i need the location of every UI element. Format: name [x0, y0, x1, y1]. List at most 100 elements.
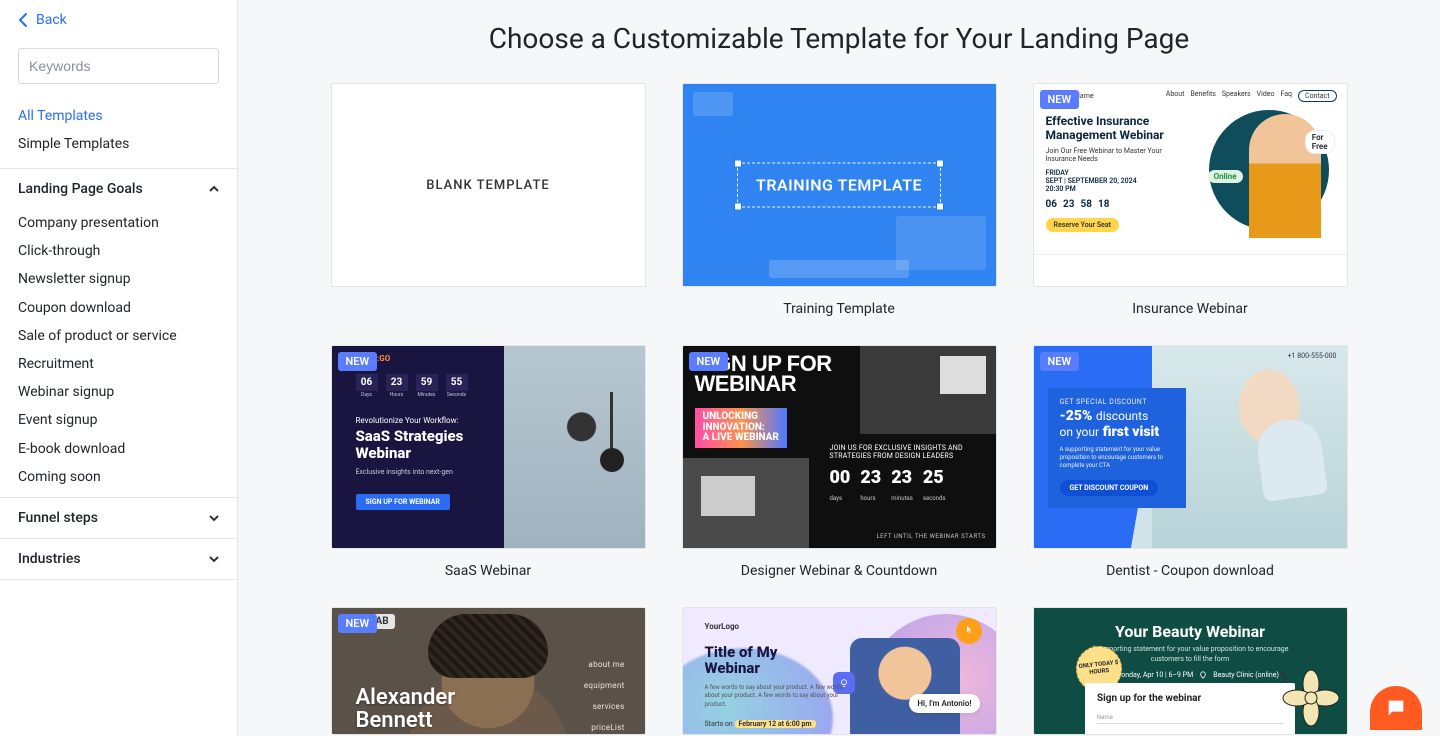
- deco-mic: [610, 392, 613, 462]
- nav-cta: Contact: [1298, 90, 1336, 102]
- preview-sub: A few words to say about your product. A…: [705, 684, 845, 709]
- back-button[interactable]: Back: [0, 0, 237, 34]
- preview-sub: Join Our Free Webinar to Master Your Ins…: [1046, 147, 1186, 163]
- new-badge: NEW: [1040, 352, 1080, 371]
- preview-mid: UNLOCKING INNOVATION: A LIVE WEBINAR: [695, 408, 787, 448]
- template-thumb: NEW O:GO 06 23 59 55 Days Hours Minutes: [331, 345, 646, 549]
- acc-item-recruitment[interactable]: Recruitment: [0, 350, 237, 378]
- preview-form: Sign up for the webinar Name: [1085, 683, 1295, 734]
- acc-item-coming-soon[interactable]: Coming soon: [0, 463, 237, 491]
- preview-footer: [1034, 254, 1347, 286]
- template-thumb: Your Beauty Webinar A supporting stateme…: [1033, 607, 1348, 735]
- accordion-head-funnel-steps[interactable]: Funnel steps: [0, 498, 237, 538]
- search-input[interactable]: [29, 58, 210, 74]
- acc-item-company-presentation[interactable]: Company presentation: [0, 209, 237, 237]
- deco: [769, 260, 909, 278]
- template-thumb: NEW +1 800-555-000 GET SPECIAL DISCOUNT …: [1033, 345, 1348, 549]
- preview-count: 06 23 59 55: [356, 374, 468, 391]
- preview-nav: About Benefits Speakers Video Faq Contac…: [1166, 90, 1337, 102]
- template-card-blank[interactable]: BLANK TEMPLATE: [331, 83, 646, 317]
- label-online: Online: [1208, 170, 1243, 183]
- preview-cta: SIGN UP FOR WEBINAR: [356, 494, 450, 510]
- training-label: TRAINING TEMPLATE: [737, 163, 941, 208]
- accordion-industries: Industries: [0, 538, 237, 580]
- preview-right: JOIN US FOR EXCLUSIVE INSIGHTS AND STRAT…: [820, 438, 996, 548]
- nav-item: About: [1166, 90, 1185, 102]
- template-card-dentist[interactable]: NEW +1 800-555-000 GET SPECIAL DISCOUNT …: [1033, 345, 1348, 579]
- template-thumb: TRAINING TEMPLATE: [682, 83, 997, 287]
- preview-name: Alexander Bennett: [356, 686, 456, 732]
- preview-count: 00days 23hours 23minutes 25seconds: [830, 467, 986, 504]
- chevron-up-icon: [209, 184, 219, 194]
- pointer-icon: [956, 618, 982, 644]
- preview-logo: YourLogo: [705, 622, 740, 631]
- acc-item-newsletter-signup[interactable]: Newsletter signup: [0, 265, 237, 293]
- preview-tagline: Revolutionize Your Workflow:: [356, 416, 459, 425]
- nav-item: Benefits: [1190, 90, 1215, 102]
- template-card-training[interactable]: TRAINING TEMPLATE Training Template: [682, 83, 997, 317]
- chevron-down-icon: [209, 513, 219, 523]
- template-title: Training Template: [682, 287, 997, 317]
- search-wrap: [0, 34, 237, 94]
- preview-sub: JOIN US FOR EXCLUSIVE INSIGHTS AND STRAT…: [830, 444, 986, 461]
- acc-item-sale-product-service[interactable]: Sale of product or service: [0, 322, 237, 350]
- search-input-wrap[interactable]: [18, 48, 219, 84]
- accordion-title: Funnel steps: [18, 510, 98, 526]
- preview-headline: Title of My Webinar: [705, 644, 778, 676]
- deco-photo: [504, 346, 645, 548]
- templates-grid: BLANK TEMPLATE TRAINING TEMPLATE Trainin…: [284, 83, 1394, 735]
- preview-date: Starts on February 12 at 6:00 pm: [705, 720, 816, 728]
- template-title: SaaS Webinar: [331, 549, 646, 579]
- deco: [693, 92, 733, 116]
- preview-headline: SaaS Strategies Webinar: [356, 428, 464, 463]
- preview-card: GET SPECIAL DISCOUNT -25% discounts on y…: [1048, 388, 1186, 508]
- template-card-insurance[interactable]: NEW Logo Name About Benefits Speakers Vi…: [1033, 83, 1348, 317]
- template-thumb: NEW Logo Name About Benefits Speakers Vi…: [1033, 83, 1348, 287]
- sidebar-link-simple-templates[interactable]: Simple Templates: [0, 130, 237, 158]
- template-card-photographer[interactable]: NEW AB Alexander Bennett Professional Ph…: [331, 607, 646, 735]
- accordion-items: Company presentation Click-through Newsl…: [0, 209, 237, 497]
- form-title: Sign up for the webinar: [1097, 693, 1283, 704]
- page-title: Choose a Customizable Template for Your …: [284, 22, 1394, 55]
- deco-photo: [683, 458, 809, 548]
- sidebar-link-all-templates[interactable]: All Templates: [0, 102, 237, 130]
- deco-photo: [860, 346, 996, 434]
- template-card-beauty[interactable]: Your Beauty Webinar A supporting stateme…: [1033, 607, 1348, 735]
- template-thumb: NEW SIGN UP FOR WEBINAR UNLOCKING INNOVA…: [682, 345, 997, 549]
- preview-header: Logo Name About Benefits Speakers Video …: [1034, 84, 1347, 108]
- back-label: Back: [36, 12, 67, 28]
- main-content[interactable]: Choose a Customizable Template for Your …: [238, 0, 1440, 736]
- preview-left-label: LEFT UNTIL THE WEBINAR STARTS: [876, 533, 985, 540]
- preview-headline: Your Beauty Webinar: [1034, 622, 1347, 641]
- location-icon: [1199, 671, 1207, 679]
- nav-item: Speakers: [1222, 90, 1251, 102]
- accordion-head-landing-page-goals[interactable]: Landing Page Goals: [0, 169, 237, 209]
- acc-item-click-through[interactable]: Click-through: [0, 237, 237, 265]
- acc-item-event-signup[interactable]: Event signup: [0, 406, 237, 434]
- preview-menu: about me equipment services priceList cl…: [584, 660, 625, 735]
- template-title: Insurance Webinar: [1033, 287, 1348, 317]
- new-badge: NEW: [338, 614, 378, 633]
- template-card-friendly[interactable]: YourLogo Title of My Webinar A few words…: [682, 607, 997, 735]
- chevron-left-icon: [18, 13, 28, 27]
- template-card-saas[interactable]: NEW O:GO 06 23 59 55 Days Hours Minutes: [331, 345, 646, 579]
- chat-fab[interactable]: [1370, 686, 1422, 730]
- preview-count-labels: Days Hours Minutes Seconds: [356, 392, 468, 398]
- template-card-designer[interactable]: NEW SIGN UP FOR WEBINAR UNLOCKING INNOVA…: [682, 345, 997, 579]
- form-field: Name: [1097, 714, 1283, 724]
- preview-headline: Effective Insurance Management Webinar: [1046, 114, 1196, 143]
- accordion-funnel-steps: Funnel steps: [0, 497, 237, 538]
- acc-item-coupon-download[interactable]: Coupon download: [0, 294, 237, 322]
- blank-label: BLANK TEMPLATE: [426, 178, 550, 193]
- nav-item: Faq: [1280, 90, 1292, 102]
- template-title: Dentist - Coupon download: [1033, 549, 1348, 579]
- acc-item-ebook-download[interactable]: E-book download: [0, 435, 237, 463]
- accordion-head-industries[interactable]: Industries: [0, 539, 237, 579]
- chat-icon: [1385, 697, 1407, 719]
- template-title: Designer Webinar & Countdown: [682, 549, 997, 579]
- deco: [896, 216, 986, 270]
- accordion-landing-page-goals: Landing Page Goals Company presentation …: [0, 168, 237, 497]
- accordion-title: Industries: [18, 551, 81, 567]
- deco-hair: [428, 614, 548, 678]
- acc-item-webinar-signup[interactable]: Webinar signup: [0, 378, 237, 406]
